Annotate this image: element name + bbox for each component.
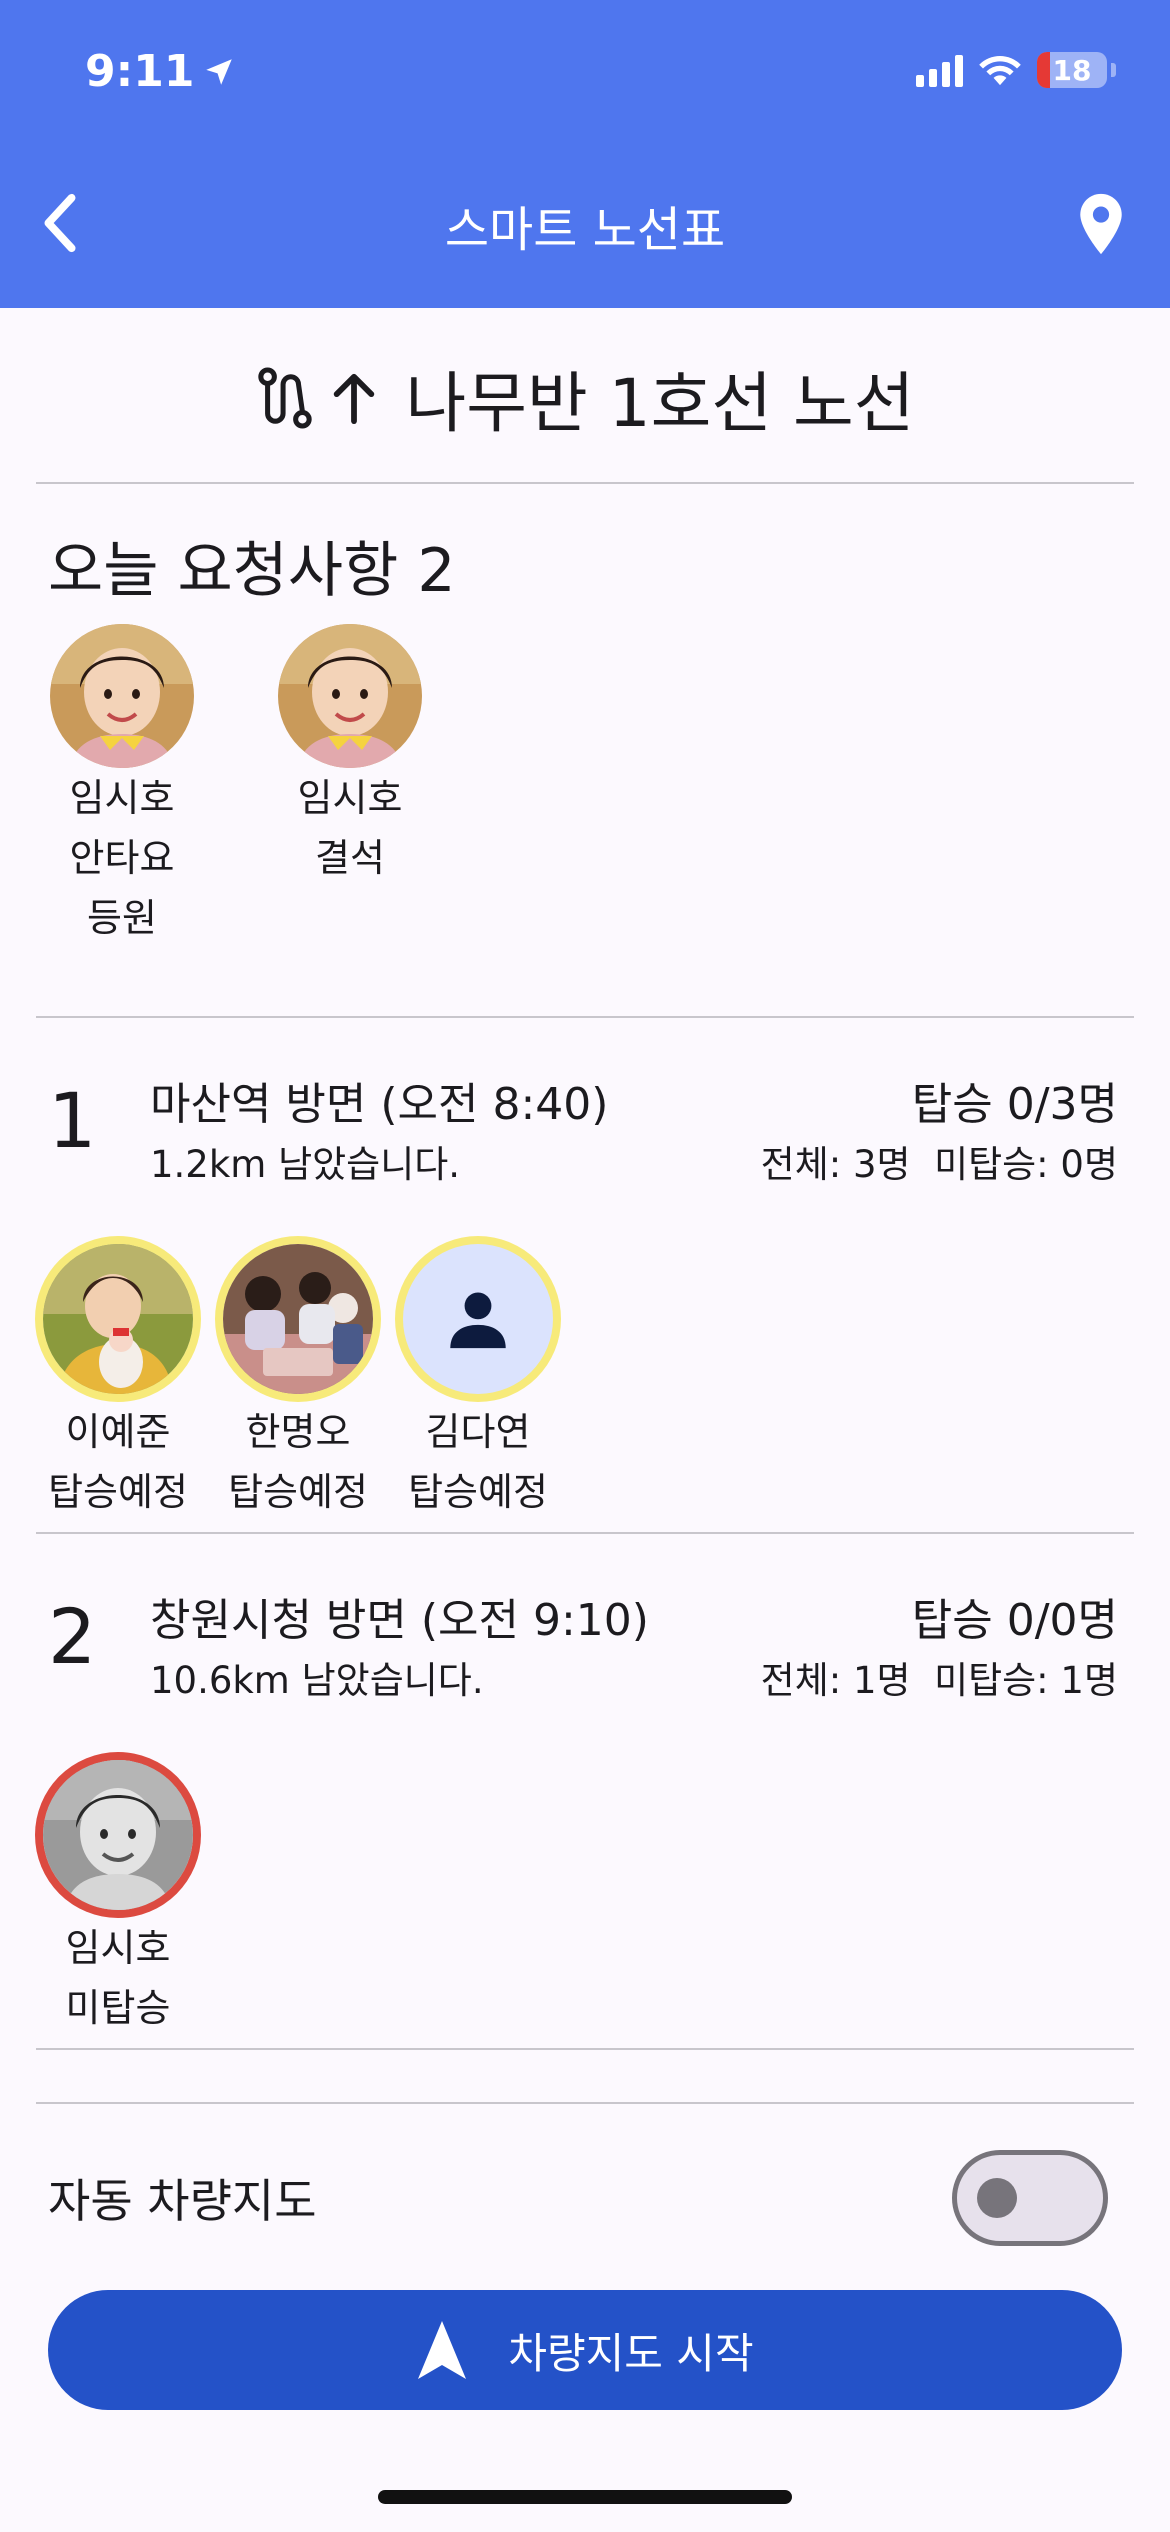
divider — [36, 2048, 1134, 2050]
request-detail: 안타요 — [69, 836, 175, 880]
route-icons — [256, 367, 378, 429]
request-item[interactable]: 임시호 안타요 등원 — [48, 624, 196, 948]
home-indicator[interactable] — [378, 2490, 792, 2504]
rider-status: 미탑승 — [65, 1986, 171, 2030]
rider-item[interactable]: 임시호 미탑승 — [35, 1752, 201, 2038]
stop-name: 창원시청 방면 (오전 9:10) — [150, 1595, 649, 1646]
rider-name: 김다연 — [425, 1410, 531, 1454]
stop-number: 1 — [48, 1076, 97, 1165]
rider-item[interactable]: 한명오 탑승예정 — [215, 1236, 381, 1522]
map-pin-icon — [1080, 193, 1122, 255]
status-icons: 18 — [916, 52, 1116, 88]
rider-avatar — [215, 1236, 381, 1402]
person-icon — [450, 1292, 506, 1349]
request-detail: 등원 — [87, 896, 157, 940]
request-detail: 결석 — [315, 836, 385, 880]
battery-icon: 18 — [1037, 52, 1107, 88]
requests-title: 오늘 요청사항 2 — [48, 536, 456, 606]
stop-stats: 전체: 3명 미탑승: 0명 — [760, 1143, 1118, 1186]
rider-list: 이예준 탑승예정 한명오 탑승예정 김다연 탑승예정 — [35, 1236, 561, 1522]
cellular-signal-icon — [916, 53, 963, 87]
rider-name: 이예준 — [65, 1410, 171, 1454]
divider — [36, 1532, 1134, 1534]
stop-number: 2 — [48, 1592, 97, 1681]
nav-title: 스마트 노선표 — [444, 202, 726, 258]
rider-avatar — [395, 1236, 561, 1402]
stop-name: 마산역 방면 (오전 8:40) — [150, 1079, 609, 1130]
arrow-up-icon — [333, 373, 374, 425]
auto-map-row: 자동 차량지도 — [48, 2150, 1108, 2246]
rider-list: 임시호 미탑승 — [35, 1752, 201, 2038]
location-arrow-icon — [206, 58, 233, 85]
divider — [36, 1016, 1134, 1018]
battery-level: 18 — [1052, 53, 1092, 87]
start-button-label: 차량지도 시작 — [508, 2328, 754, 2378]
route-name: 나무반 1호선 노선 — [405, 365, 915, 442]
location-button[interactable] — [1078, 192, 1124, 260]
route-icon — [257, 367, 312, 429]
rider-name: 한명오 — [245, 1410, 351, 1454]
rider-item[interactable]: 김다연 탑승예정 — [395, 1236, 561, 1522]
auto-map-toggle[interactable] — [952, 2150, 1108, 2246]
avatar — [278, 624, 422, 768]
start-vehicle-map-button[interactable]: 차량지도 시작 — [48, 2290, 1122, 2410]
boarding-count: 탑승 0/0명 — [911, 1595, 1118, 1646]
status-time: 9:11 — [85, 46, 236, 97]
boarding-count: 탑승 0/3명 — [911, 1079, 1118, 1130]
auto-map-label: 자동 차량지도 — [48, 2174, 317, 2228]
rider-status: 탑승예정 — [408, 1470, 548, 1514]
stop-distance: 1.2km 남았습니다. — [150, 1143, 461, 1186]
stop-distance: 10.6km 남았습니다. — [150, 1659, 484, 1702]
rider-avatar — [35, 1236, 201, 1402]
wifi-icon — [979, 56, 1021, 86]
rider-status: 탑승예정 — [228, 1470, 368, 1514]
app-header: 9:11 18 스마트 노선표 — [0, 0, 1170, 308]
request-child-name: 임시호 — [69, 776, 175, 820]
rider-item[interactable]: 이예준 탑승예정 — [35, 1236, 201, 1522]
request-item[interactable]: 임시호 결석 — [276, 624, 424, 948]
route-title: 나무반 1호선 노선 — [0, 350, 1170, 446]
divider — [36, 482, 1134, 484]
stop-stats: 전체: 1명 미탑승: 1명 — [760, 1659, 1118, 1702]
requests-list: 임시호 안타요 등원 임시호 결석 — [48, 624, 424, 948]
request-child-name: 임시호 — [297, 776, 403, 820]
divider — [36, 2102, 1134, 2104]
toggle-knob — [977, 2178, 1017, 2218]
rider-name: 임시호 — [65, 1926, 171, 1970]
status-time-text: 9:11 — [85, 46, 195, 97]
rider-status: 탑승예정 — [48, 1470, 188, 1514]
navigation-arrow-icon — [418, 2321, 467, 2379]
avatar — [50, 624, 194, 768]
rider-avatar — [35, 1752, 201, 1918]
